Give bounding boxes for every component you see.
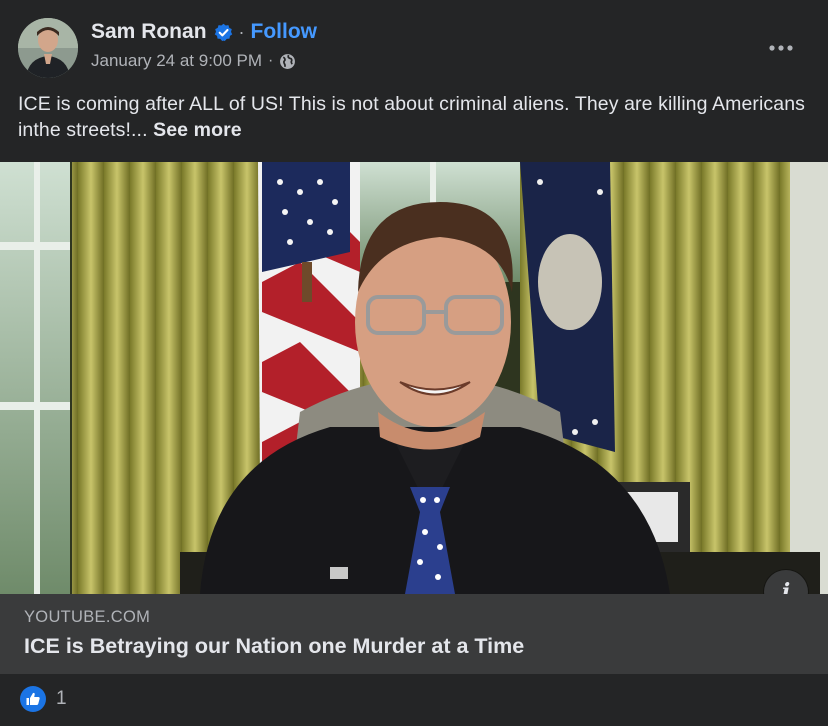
like-icon [20,686,46,712]
author-name[interactable]: Sam Ronan [91,20,207,44]
post-text: ICE is coming after ALL of US! This is n… [18,91,818,143]
see-more-link[interactable]: See more [153,119,242,141]
author-line: Sam Ronan · Follow [91,20,317,44]
more-options-icon[interactable] [764,35,798,61]
link-preview[interactable]: YOUTUBE.COM ICE is Betraying our Nation … [0,594,828,674]
video-thumbnail[interactable] [0,162,828,594]
link-title: ICE is Betraying our Nation one Murder a… [24,634,525,658]
separator-dot: · [268,52,274,69]
post-body: ICE is coming after ALL of US! This is n… [18,93,806,141]
post-header: Sam Ronan · Follow January 24 at 9:00 PM… [18,18,810,80]
separator-dot: · [238,21,245,42]
reactions-summary[interactable]: 1 [20,686,67,712]
facebook-post: Sam Ronan · Follow January 24 at 9:00 PM… [0,0,828,726]
author-avatar[interactable] [18,18,78,78]
globe-icon[interactable] [279,53,296,70]
reaction-count: 1 [56,688,67,709]
post-timestamp[interactable]: January 24 at 9:00 PM [91,51,262,71]
post-meta: January 24 at 9:00 PM · [91,51,296,71]
verified-badge-icon [214,23,233,42]
follow-button[interactable]: Follow [251,20,318,44]
link-domain: YOUTUBE.COM [24,608,151,626]
